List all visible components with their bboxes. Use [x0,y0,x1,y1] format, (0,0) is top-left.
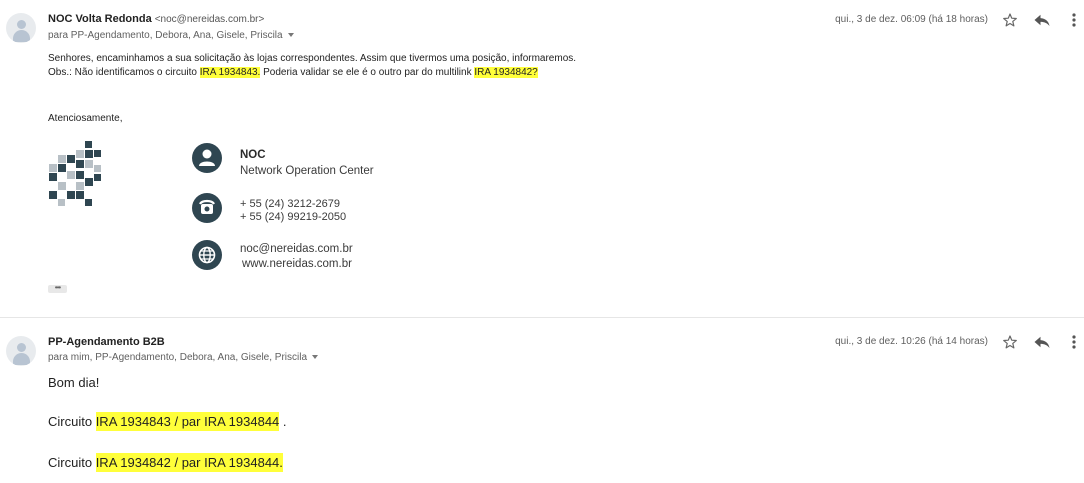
show-trimmed-content-button[interactable]: ••• [48,284,67,293]
body-text: Obs.: Não identificamos o circuito [48,67,200,78]
globe-icon [192,240,222,270]
recipients-text: para PP-Agendamento, Debora, Ana, Gisele… [48,30,283,41]
highlighted-circuit: IRA 1934842 / par IRA 1934844. [95,453,283,472]
phone-icon [192,193,222,223]
phone-1: + 55 (24) 3212-2679 [240,198,340,210]
person-icon [17,20,26,29]
body-text: Poderia validar se ele é o outro par do … [260,67,475,78]
signature-subtitle: Network Operation Center [240,165,374,177]
closing: Atenciosamente, [48,113,123,124]
highlighted-circuit: IRA 1934842? [474,67,538,78]
highlighted-circuit: IRA 1934843. [199,67,261,78]
sender-avatar[interactable] [6,336,36,366]
person-icon [17,343,26,352]
body-line-1: Senhores, encaminhamos a sua solicitação… [48,53,577,64]
highlighted-circuit: IRA 1934843 / par IRA 1934844 [95,412,280,431]
body-text: Circuito [48,414,96,429]
sender-email: <noc@nereidas.com.br> [154,14,265,25]
reply-icon[interactable] [1033,12,1051,28]
company-logo [49,141,104,209]
caret-down-icon [287,33,294,38]
body-text: . [279,414,287,429]
more-vert-icon[interactable] [1070,334,1078,350]
caret-down-icon [312,355,319,360]
recipients-toggle[interactable]: para mim, PP-Agendamento, Debora, Ana, G… [48,352,319,363]
sender-name[interactable]: PP-Agendamento B2B [48,336,165,348]
more-vert-icon[interactable] [1070,12,1078,28]
star-icon[interactable] [1002,334,1018,350]
reply-icon[interactable] [1033,334,1051,350]
body-line-2: Obs.: Não identificamos o circuito IRA 1… [48,66,538,80]
message-2: PP-Agendamento B2B para mim, PP-Agendame… [0,318,1084,483]
sender-avatar[interactable] [6,13,36,43]
circuit-line-2: Circuito IRA 1934842 / par IRA 1934844. [48,453,283,472]
body-text: Circuito [48,455,96,470]
sender-name: NOC Volta Redonda [48,13,152,25]
message-date: qui., 3 de dez. 10:26 (há 14 horas) [835,336,988,347]
message-1: NOC Volta Redonda <noc@nereidas.com.br> p… [0,0,1084,317]
recipients-text: para mim, PP-Agendamento, Debora, Ana, G… [48,352,308,363]
circuit-line-1: Circuito IRA 1934843 / par IRA 1934844 . [48,412,287,431]
signature-email[interactable]: noc@nereidas.com.br [240,243,353,256]
greeting: Bom dia! [48,375,100,390]
phone-2: + 55 (24) 99219-2050 [240,211,347,223]
signature-title: NOC [240,149,266,161]
message-date: qui., 3 de dez. 06:09 (há 18 horas) [835,14,988,25]
person-icon [192,143,222,173]
signature-website[interactable]: www.nereidas.com.br [242,258,352,271]
star-icon[interactable] [1002,12,1018,28]
recipients-toggle[interactable]: para PP-Agendamento, Debora, Ana, Gisele… [48,30,294,41]
sender[interactable]: NOC Volta Redonda <noc@nereidas.com.br> [48,13,264,25]
